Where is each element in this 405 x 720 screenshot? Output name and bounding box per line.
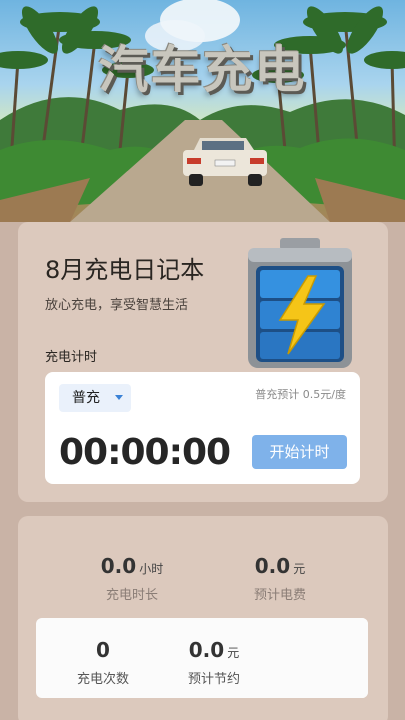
diary-title: 8月充电日记本 [45, 256, 205, 284]
cost-unit: 元 [293, 562, 306, 576]
timer-panel: 普充 普充预计 0.5元/度 00:00:00 开始计时 [45, 372, 360, 484]
start-timer-button[interactable]: 开始计时 [252, 435, 347, 469]
price-estimate: 普充预计 0.5元/度 [255, 388, 346, 401]
charge-mode-select[interactable]: 普充 [59, 384, 131, 412]
charge-mode-value: 普充 [72, 390, 100, 406]
saving-unit: 元 [227, 646, 240, 660]
hero-title: 汽车充电 [98, 41, 307, 99]
duration-label: 充电时长 [105, 588, 158, 603]
cost-value: 0.0 [254, 554, 291, 578]
stat-cost: 0.0 元 预计电费 [216, 554, 344, 603]
cost-label: 预计电费 [253, 588, 306, 603]
stat-duration: 0.0 小时 充电时长 [68, 554, 196, 603]
fade-overlay [248, 618, 368, 698]
caret-down-icon [115, 395, 123, 400]
hero-banner: 汽车充电 [0, 0, 405, 222]
stat-count: 0 充电次数 [60, 638, 146, 687]
timer-section-label: 充电计时 [45, 350, 98, 365]
battery-charging-icon [248, 238, 352, 368]
diary-card: 8月充电日记本 放心充电，享受智慧生活 充电计时 普充 普充预计 0.5元/度 … [18, 222, 388, 502]
timer-display: 00:00:00 [59, 432, 231, 473]
count-label: 充电次数 [76, 672, 129, 687]
saving-value: 0.0 [188, 638, 225, 662]
stats-panel: 0 充电次数 0.0 元 预计节约 [36, 618, 368, 698]
diary-subtitle: 放心充电，享受智慧生活 [45, 298, 189, 313]
stats-card: 0.0 小时 充电时长 0.0 元 预计电费 0 充电次数 0.0 元 预计节约 [18, 516, 388, 720]
duration-value: 0.0 [100, 554, 137, 578]
duration-unit: 小时 [139, 562, 164, 576]
count-value: 0 [96, 638, 110, 662]
